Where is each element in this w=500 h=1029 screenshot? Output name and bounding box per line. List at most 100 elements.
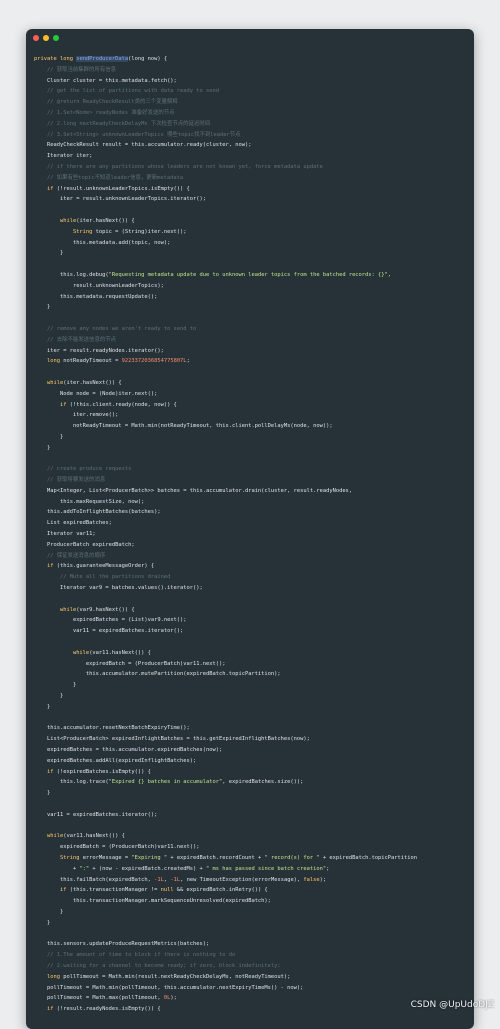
- code-token: while: [34, 607, 76, 613]
- code-token: }: [34, 250, 63, 256]
- code-line: // Mute all the partitions drained: [34, 572, 474, 583]
- code-line: // get the list of partitions with data …: [34, 86, 474, 97]
- code-token: (var11.hasNext()) {: [89, 650, 151, 656]
- code-line: this.sensors.updateProduceRequestMetrics…: [34, 939, 474, 950]
- code-block: private long sendProducerData(long now) …: [34, 54, 474, 1015]
- code-line: }: [34, 248, 474, 259]
- code-token: this.log.debug(: [34, 272, 109, 278]
- code-token: this.addToInflightBatches(batches);: [34, 509, 161, 515]
- code-line: }: [34, 680, 474, 691]
- code-token: this.maxRequestSize, now);: [34, 499, 144, 505]
- code-token: (!expiredBatches.isEmpty()) {: [57, 769, 151, 775]
- code-token: this.log.trace(: [34, 779, 109, 785]
- code-line: String topic = (String)iter.next();: [34, 227, 474, 238]
- code-line: var11 = expiredBatches.iterator();: [34, 810, 474, 821]
- close-dot-icon[interactable]: [33, 35, 39, 41]
- code-token: while: [34, 380, 63, 386]
- code-token: (iter.hasNext()) {: [63, 380, 121, 386]
- code-line: Iterator iter;: [34, 151, 474, 162]
- code-token: (this.guaranteeMessageOrder) {: [57, 563, 154, 569]
- code-token: expiredBatches.addAll(expiredInflightBat…: [34, 758, 196, 764]
- code-token: expiredBatch = (ProducerBatch)var11.next…: [34, 844, 200, 850]
- code-token: 9223372036854775807L: [122, 358, 187, 364]
- code-token: List<ProducerBatch> expiredInflightBatch…: [34, 736, 310, 742]
- code-token: + (now - expiredBatch.createdMs) +: [89, 866, 206, 872]
- code-token: errorMessage =: [83, 855, 132, 861]
- zoom-dot-icon[interactable]: [53, 35, 59, 41]
- code-line: [34, 313, 474, 324]
- code-line: }: [34, 302, 474, 313]
- code-token: }: [34, 682, 76, 688]
- code-token: // 2.waiting for a channel to become rea…: [34, 963, 281, 969]
- code-token: // create produce requests: [34, 466, 131, 472]
- code-token: // 2.long nextReadyCheckDelayMs 下次检查节点的延…: [34, 121, 210, 127]
- code-token: " ms has passed since batch creation": [206, 866, 326, 872]
- code-token: topic = (String)iter.next();: [96, 229, 187, 235]
- window-titlebar: [26, 29, 474, 49]
- code-window: private long sendProducerData(long now) …: [26, 29, 474, 1029]
- code-line: this.transactionManager.markSequenceUnre…: [34, 896, 474, 907]
- code-line: Node node = (Node)iter.next();: [34, 389, 474, 400]
- code-token: );: [320, 877, 327, 883]
- code-token: iter = result.unknownLeaderTopics.iterat…: [34, 196, 206, 202]
- code-token: // Mute all the partitions drained: [34, 574, 170, 580]
- code-line: var11 = expiredBatches.iterator();: [34, 626, 474, 637]
- code-token: );: [170, 995, 177, 1001]
- code-token: }: [34, 445, 50, 451]
- code-token: Cluster cluster = this.metadata.fetch();: [34, 78, 177, 84]
- code-token: // 3.Set<String> unknownLeaderTopics 哪些t…: [34, 132, 241, 138]
- code-line: while(var11.hasNext()) {: [34, 648, 474, 659]
- code-token: && expiredBatch.inRetry()) {: [174, 887, 268, 893]
- code-token: String: [34, 229, 96, 235]
- code-line: iter = result.unknownLeaderTopics.iterat…: [34, 194, 474, 205]
- code-token: + expiredBatch.recordCount +: [167, 855, 264, 861]
- code-line: // remove any nodes we aren't ready to s…: [34, 324, 474, 335]
- code-line: if (!result.unknownLeaderTopics.isEmpty(…: [34, 184, 474, 195]
- code-token: // 如果有些topic不知道leader信息，更新metadata: [34, 175, 183, 181]
- code-token: this.metadata.requestUpdate();: [34, 294, 157, 300]
- code-line: this.log.debug("Requesting metadata upda…: [34, 270, 474, 281]
- code-token: sendProducerData: [76, 56, 128, 62]
- watermark: CSDN @UpUdoDJZ: [411, 1000, 494, 1010]
- code-token: // 获取将要发送的消息: [34, 477, 105, 483]
- code-line: pollTimeout = Math.min(pollTimeout, this…: [34, 983, 474, 994]
- code-token: // 保证发送消息的顺序: [34, 553, 105, 559]
- code-line: while(iter.hasNext()) {: [34, 216, 474, 227]
- code-token: pollTimeout = Math.max(pollTimeout,: [34, 995, 164, 1001]
- code-line: this.addToInflightBatches(batches);: [34, 507, 474, 518]
- code-line: expiredBatches.addAll(expiredInflightBat…: [34, 756, 474, 767]
- code-line: [34, 713, 474, 724]
- code-token: ,: [388, 272, 391, 278]
- code-line: }: [34, 918, 474, 929]
- code-token: " record(s) for ": [264, 855, 319, 861]
- code-token: ProducerBatch expiredBatch;: [34, 542, 135, 548]
- code-token: , new TimeoutException(errorMessage),: [180, 877, 303, 883]
- code-token: pollTimeout = Math.min(pollTimeout, this…: [34, 985, 303, 991]
- code-token: this.accumulator.resetNextBatchExpiryTim…: [34, 725, 190, 731]
- code-token: notReadyTimeout = Math.min(notReadyTimeo…: [34, 423, 333, 429]
- code-line: }: [34, 788, 474, 799]
- code-token: Node node = (Node)iter.next();: [34, 391, 157, 397]
- code-line: // 2.long nextReadyCheckDelayMs 下次检查节点的延…: [34, 119, 474, 130]
- code-line: this.accumulator.resetNextBatchExpiryTim…: [34, 723, 474, 734]
- code-token: // 1.The amount of time to block if ther…: [34, 952, 235, 958]
- code-line: notReadyTimeout = Math.min(notReadyTimeo…: [34, 421, 474, 432]
- code-line: }: [34, 907, 474, 918]
- code-token: }: [34, 909, 63, 915]
- code-token: ReadyCheckResult result = this.accumulat…: [34, 142, 251, 148]
- code-token: // remove any nodes we aren't ready to s…: [34, 326, 196, 332]
- code-token: (var11.hasNext()) {: [63, 833, 125, 839]
- code-token: // 获取当前集群的所有信息: [34, 67, 116, 73]
- code-token: long: [34, 358, 63, 364]
- code-token: ;: [187, 358, 190, 364]
- code-line: this.log.trace("Expired {} batches in ac…: [34, 777, 474, 788]
- minimize-dot-icon[interactable]: [43, 35, 49, 41]
- code-token: expiredBatches = (List)var9.next();: [34, 617, 187, 623]
- code-line: [34, 594, 474, 605]
- code-line: [34, 205, 474, 216]
- code-line: iter.remove();: [34, 410, 474, 421]
- code-line: expiredBatch = (ProducerBatch)var11.next…: [34, 659, 474, 670]
- code-token: (!result.unknownLeaderTopics.isEmpty()) …: [57, 186, 190, 192]
- code-line: while(var11.hasNext()) {: [34, 831, 474, 842]
- code-line: Cluster cluster = this.metadata.fetch();: [34, 76, 474, 87]
